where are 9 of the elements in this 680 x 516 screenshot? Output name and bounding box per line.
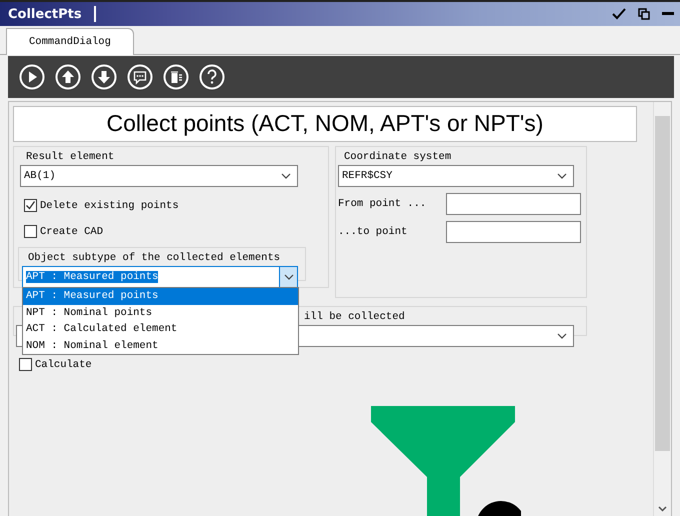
checkbox-label: Calculate [35,358,92,371]
dialog-heading: Collect points (ACT, NOM, APT's or NPT's) [13,106,637,142]
checkbox-label: Create CAD [40,226,104,238]
checkbox-label: Delete existing points [40,200,179,212]
window-title: CollectPts [8,6,82,22]
group-label: Object subtype of the collected elements [26,252,282,264]
field-label: ...to point [338,226,408,238]
group-label: Coordinate system [342,150,454,163]
field-label: From point ... [338,198,428,210]
